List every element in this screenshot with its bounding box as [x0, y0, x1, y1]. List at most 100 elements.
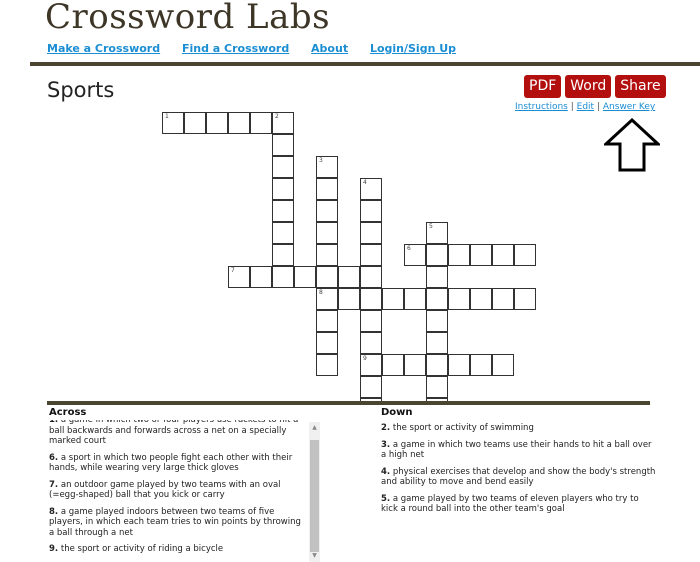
grid-cell[interactable]: [360, 200, 382, 222]
grid-cell[interactable]: [316, 178, 338, 200]
link-separator: |: [596, 102, 601, 112]
grid-cell[interactable]: [492, 354, 514, 376]
grid-cell[interactable]: [448, 354, 470, 376]
grid-cell[interactable]: [316, 244, 338, 266]
grid-cell[interactable]: [272, 244, 294, 266]
grid-cell[interactable]: [360, 310, 382, 332]
clue-number: 5.: [381, 493, 391, 504]
share-button[interactable]: Share: [615, 75, 666, 98]
clue-item: 8. a game played indoors between two tea…: [49, 507, 304, 539]
clue-text: a game in which two teams use their hand…: [381, 439, 652, 461]
grid-cell[interactable]: [426, 376, 448, 398]
grid-cell[interactable]: 5: [426, 222, 448, 244]
cell-number: 7: [231, 267, 235, 274]
export-buttons: PDF Word Share: [524, 75, 666, 98]
grid-cell[interactable]: [360, 266, 382, 288]
cell-number: 1: [165, 113, 169, 120]
cell-number: 6: [407, 245, 411, 252]
grid-cell[interactable]: 8: [316, 288, 338, 310]
grid-cell[interactable]: [272, 156, 294, 178]
grid-cell[interactable]: [316, 332, 338, 354]
grid-cell[interactable]: [426, 310, 448, 332]
scroll-down-icon[interactable]: ▼: [309, 550, 320, 562]
grid-cell[interactable]: [470, 354, 492, 376]
grid-cell[interactable]: [338, 288, 360, 310]
grid-cell[interactable]: [360, 332, 382, 354]
clue-item: 6. a sport in which two people fight eac…: [49, 453, 304, 474]
grid-cell[interactable]: [404, 288, 426, 310]
grid-cell[interactable]: [382, 354, 404, 376]
grid-cell[interactable]: [338, 266, 360, 288]
grid-cell[interactable]: [492, 244, 514, 266]
grid-cell[interactable]: [294, 266, 316, 288]
clue-number: 7.: [49, 479, 59, 490]
clue-text: a game in which two or four players use …: [49, 420, 299, 446]
edit-link[interactable]: Edit: [577, 102, 594, 112]
clue-number: 2.: [381, 423, 391, 433]
grid-cell[interactable]: 3: [316, 156, 338, 178]
grid-cell[interactable]: [492, 288, 514, 310]
grid-cell[interactable]: [272, 178, 294, 200]
grid-cell[interactable]: 2: [272, 112, 294, 134]
grid-cell[interactable]: [316, 222, 338, 244]
grid-cell[interactable]: [272, 266, 294, 288]
clue-item: 5. a game played by two teams of eleven …: [381, 494, 656, 515]
grid-cell[interactable]: 7: [228, 266, 250, 288]
instructions-link[interactable]: Instructions: [515, 102, 568, 112]
grid-cell[interactable]: [272, 134, 294, 156]
clue-text: the sport or activity of swimming: [392, 423, 534, 433]
clue-text: a game played indoors between two teams …: [49, 506, 301, 538]
grid-cell[interactable]: [514, 244, 536, 266]
grid-cell[interactable]: [382, 288, 404, 310]
clue-item: 3. a game in which two teams use their h…: [381, 440, 656, 461]
grid-cell[interactable]: [316, 266, 338, 288]
grid-cell[interactable]: [404, 354, 426, 376]
grid-cell[interactable]: [514, 288, 536, 310]
grid-cell[interactable]: 1: [162, 112, 184, 134]
grid-cell[interactable]: [360, 222, 382, 244]
word-button[interactable]: Word: [565, 75, 612, 98]
grid-cell[interactable]: [228, 112, 250, 134]
scroll-up-icon[interactable]: ▲: [309, 422, 320, 434]
clue-number: 6.: [49, 452, 59, 463]
scroll-thumb[interactable]: [310, 440, 319, 552]
across-clue-list[interactable]: 1. a game in which two or four players u…: [47, 420, 322, 562]
puzzle-title: Sports: [47, 78, 115, 102]
puzzle-links: Instructions | Edit | Answer Key: [515, 102, 655, 112]
grid-cell[interactable]: [426, 244, 448, 266]
grid-cell[interactable]: 9: [360, 354, 382, 376]
grid-cell[interactable]: 4: [360, 178, 382, 200]
grid-cell[interactable]: [250, 266, 272, 288]
pdf-button[interactable]: PDF: [524, 75, 562, 98]
grid-cell[interactable]: [426, 266, 448, 288]
cell-number: 8: [319, 289, 323, 296]
grid-cell[interactable]: [316, 200, 338, 222]
clue-text: the sport or activity of riding a bicycl…: [60, 544, 224, 554]
grid-cell[interactable]: [448, 288, 470, 310]
grid-cell[interactable]: [360, 288, 382, 310]
answer-key-link[interactable]: Answer Key: [603, 102, 655, 112]
grid-cell[interactable]: [470, 244, 492, 266]
grid-cell[interactable]: 6: [404, 244, 426, 266]
grid-cell[interactable]: [272, 222, 294, 244]
cell-number: 4: [363, 179, 367, 186]
across-scrollbar[interactable]: ▲ ▼: [309, 422, 320, 562]
grid-cell[interactable]: [470, 288, 492, 310]
grid-cell[interactable]: [272, 200, 294, 222]
grid-cell[interactable]: [206, 112, 228, 134]
clue-number: 8.: [49, 506, 59, 517]
up-arrow-icon: [604, 118, 660, 172]
grid-cell[interactable]: [316, 354, 338, 376]
clue-item: 9. the sport or activity of riding a bic…: [49, 544, 304, 555]
grid-cell[interactable]: [250, 112, 272, 134]
clue-item: 7. an outdoor game played by two teams w…: [49, 480, 304, 501]
grid-cell[interactable]: [316, 310, 338, 332]
grid-cell[interactable]: [426, 288, 448, 310]
grid-cell[interactable]: [184, 112, 206, 134]
grid-cell[interactable]: [426, 354, 448, 376]
grid-cell[interactable]: [448, 244, 470, 266]
clue-number: 3.: [381, 439, 391, 450]
grid-cell[interactable]: [360, 376, 382, 398]
grid-cell[interactable]: [360, 244, 382, 266]
grid-cell[interactable]: [426, 332, 448, 354]
